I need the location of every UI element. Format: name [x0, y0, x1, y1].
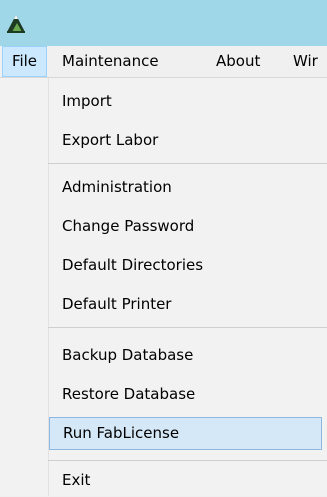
- menu-item-backup-database[interactable]: Backup Database: [48, 339, 323, 372]
- menu-item-run-fablicense[interactable]: Run FabLicense: [49, 417, 322, 450]
- menu-about[interactable]: About: [216, 46, 260, 77]
- app-logo-icon: [7, 15, 25, 33]
- menu-item-administration[interactable]: Administration: [48, 171, 323, 204]
- menu-file[interactable]: File: [2, 46, 47, 77]
- menu-separator: [48, 327, 327, 328]
- menu-item-restore-database[interactable]: Restore Database: [48, 378, 323, 411]
- menu-item-export-labor[interactable]: Export Labor: [48, 124, 323, 157]
- menu-item-import[interactable]: Import: [48, 85, 323, 118]
- menu-item-default-directories[interactable]: Default Directories: [48, 249, 323, 282]
- menu-maintenance[interactable]: Maintenance: [62, 46, 159, 77]
- menu-separator: [48, 163, 327, 164]
- menu-item-change-password[interactable]: Change Password: [48, 210, 323, 243]
- menu-separator: [48, 460, 327, 461]
- menu-window[interactable]: Wir: [293, 46, 318, 77]
- file-dropdown-menu: Import Export Labor Administration Chang…: [0, 78, 327, 496]
- menu-item-default-printer[interactable]: Default Printer: [48, 288, 323, 321]
- menu-item-exit[interactable]: Exit: [48, 464, 323, 497]
- menu-bar: File Maintenance About Wir: [0, 46, 327, 78]
- title-bar: [0, 0, 327, 46]
